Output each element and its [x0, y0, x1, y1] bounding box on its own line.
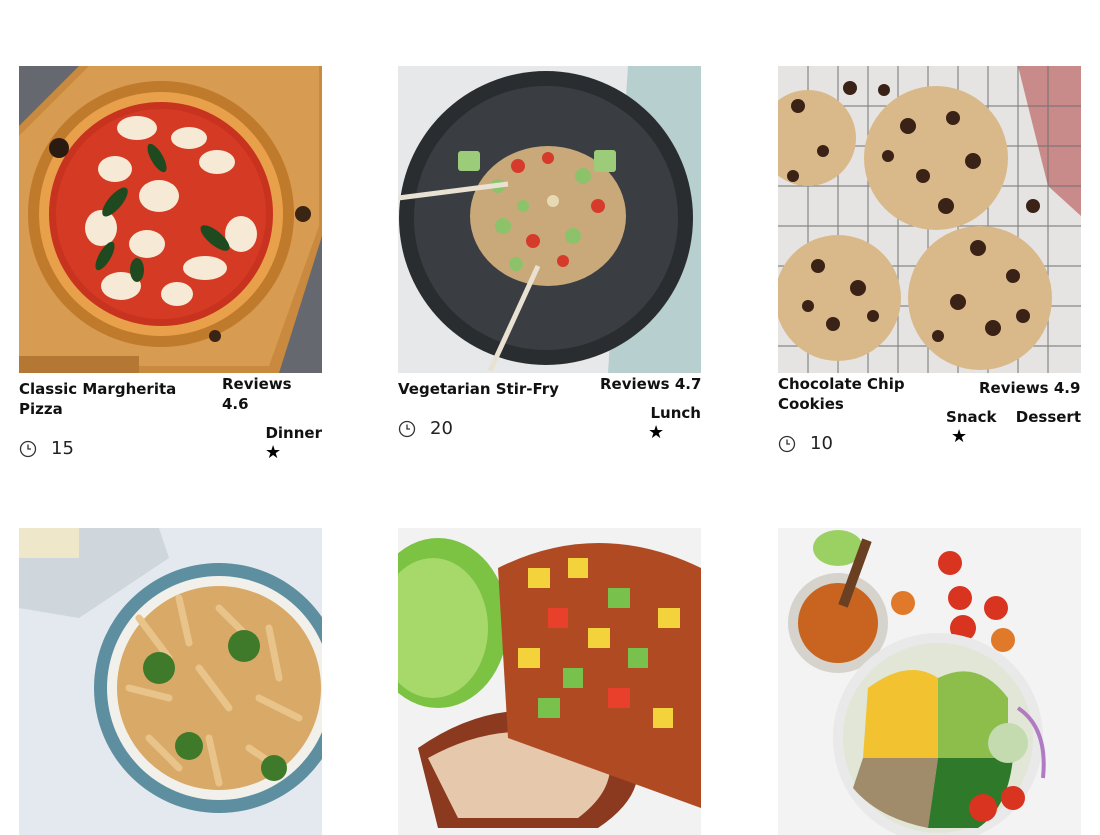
- recipe-reviews: Reviews 4.6: [222, 375, 292, 413]
- recipe-image-chicken[interactable]: [398, 528, 701, 835]
- recipe-card-stir-fry[interactable]: Vegetarian Stir-Fry Reviews 4.7 20 Lunch…: [398, 66, 701, 476]
- recipe-image-cookies[interactable]: [778, 66, 1081, 373]
- prep-time-value: 20: [430, 418, 453, 439]
- prep-time: 15: [19, 438, 74, 459]
- recipe-card-pizza[interactable]: Classic Margherita Pizza Reviews 4.6 15 …: [19, 66, 322, 476]
- recipe-image-pizza[interactable]: [19, 66, 322, 373]
- recipe-tags: Snack Dessert: [932, 407, 1081, 427]
- tag-dessert[interactable]: Dessert: [1016, 408, 1081, 426]
- star-icon[interactable]: ★: [265, 443, 281, 463]
- recipe-image-stir-fry[interactable]: [398, 66, 701, 373]
- tag-snack[interactable]: Snack: [946, 408, 996, 426]
- recipe-image-salad-bowl[interactable]: [778, 528, 1081, 835]
- recipe-reviews: Reviews 4.9: [979, 379, 1081, 397]
- clock-icon: [19, 440, 37, 457]
- recipe-card-pasta[interactable]: [19, 528, 322, 835]
- recipe-card-salad-bowl[interactable]: [778, 528, 1081, 835]
- recipe-title[interactable]: Chocolate Chip Cookies: [778, 374, 928, 414]
- recipe-card-cookies[interactable]: Chocolate Chip Cookies Reviews 4.9 10 Sn…: [778, 66, 1081, 476]
- tag-dinner[interactable]: Dinner: [265, 424, 322, 442]
- star-icon[interactable]: ★: [951, 427, 967, 447]
- clock-icon: [778, 435, 796, 452]
- prep-time-value: 10: [810, 433, 833, 454]
- recipe-card-chicken[interactable]: [398, 528, 701, 835]
- tag-lunch[interactable]: Lunch: [651, 404, 702, 422]
- recipe-title[interactable]: Vegetarian Stir-Fry: [398, 379, 598, 399]
- prep-time: 20: [398, 418, 453, 439]
- star-icon[interactable]: ★: [648, 423, 664, 443]
- recipe-title[interactable]: Classic Margherita Pizza: [19, 379, 199, 419]
- prep-time-value: 15: [51, 438, 74, 459]
- recipe-reviews: Reviews 4.7: [600, 375, 702, 393]
- recipe-image-pasta[interactable]: [19, 528, 322, 835]
- clock-icon: [398, 420, 416, 437]
- prep-time: 10: [778, 433, 833, 454]
- recipe-tags: Dinner: [251, 423, 322, 443]
- recipe-tags: Lunch: [637, 403, 702, 423]
